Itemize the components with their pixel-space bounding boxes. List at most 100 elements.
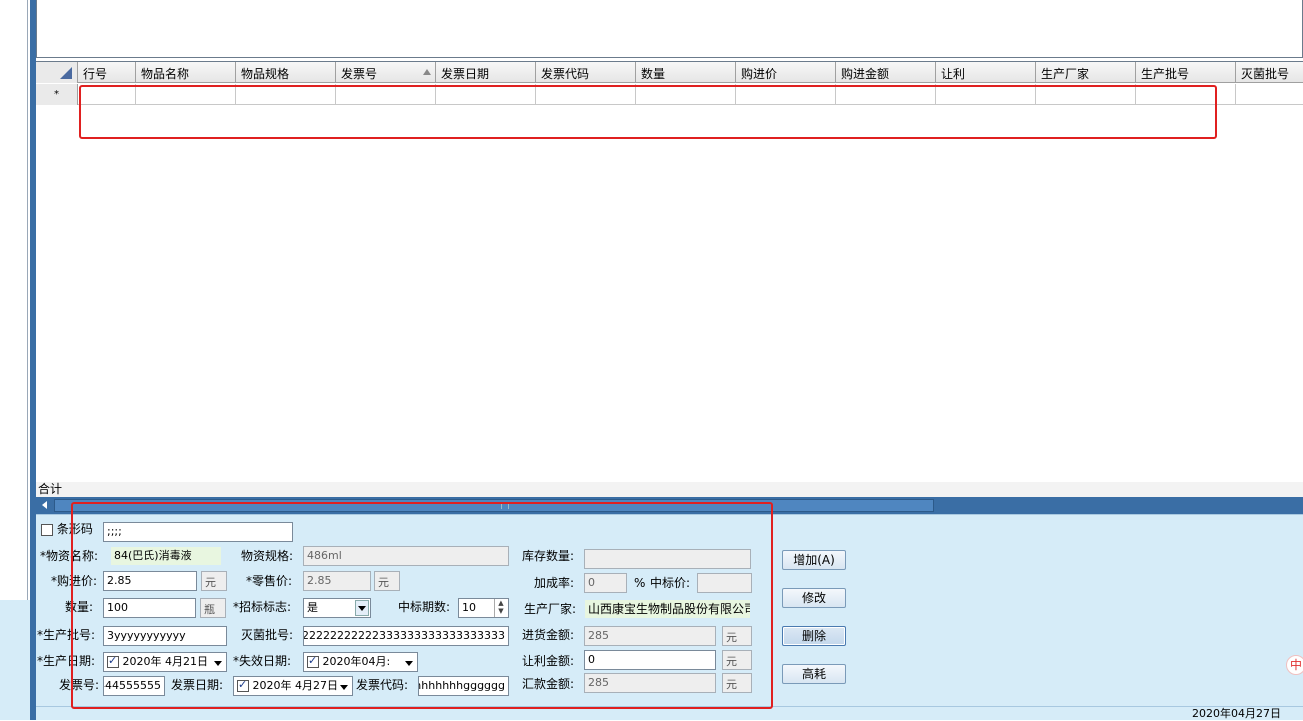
sterile-batch-label: 灭菌批号: [241,628,294,642]
status-date: 2020年04月27日 [1192,707,1281,720]
table-cell[interactable] [736,84,836,105]
table-cell[interactable] [1036,84,1136,105]
item-name-field[interactable]: 84(巴氏)消毒液 [110,546,222,566]
expire-date-check-icon[interactable] [307,654,319,668]
rebate-amount-unit: 元 [722,650,752,670]
col-header-rebate[interactable]: 让利 [936,62,1036,83]
expire-date-label: *失效日期: [233,654,292,668]
table-cell[interactable] [236,84,336,105]
item-spec-field: 486ml [303,546,509,566]
table-cell[interactable] [1236,84,1303,105]
table-cell[interactable] [936,84,1036,105]
status-bar: 2020年04月27日 [36,706,1303,720]
invoice-code-input[interactable]: hhhhhhhhhgggggg [418,676,509,696]
data-grid[interactable]: 行号 物品名称 物品规格 发票号 发票日期 发票代码 数量 购进价 购进金额 让… [36,61,1303,483]
batch-no-input[interactable]: 3yyyyyyyyyyy [103,626,227,646]
bid-period-stepper[interactable]: 10 ▲ ▼ [458,598,509,618]
col-header-purchase-price[interactable]: 购进价 [736,62,836,83]
select-all-corner[interactable] [36,62,78,83]
invoice-date-label: 发票日期: [171,678,224,692]
sum-row: 合计 [36,482,1303,497]
prod-date-label: *生产日期: [37,654,96,668]
table-cell[interactable] [78,84,136,105]
retail-price-field: 2.85 [303,571,371,591]
quantity-unit: 瓶 [200,598,226,618]
col-header-item-name[interactable]: 物品名称 [136,62,236,83]
retail-price-label: *零售价: [246,574,293,588]
grid-header: 行号 物品名称 物品规格 发票号 发票日期 发票代码 数量 购进价 购进金额 让… [36,62,1303,83]
col-header-quantity[interactable]: 数量 [636,62,736,83]
manufacturer-label: 生产厂家: [524,602,577,616]
sum-label: 合计 [38,482,63,496]
col-header-purchase-amount[interactable]: 购进金额 [836,62,936,83]
col-header-invoice-date[interactable]: 发票日期 [436,62,536,83]
sterile-batch-input[interactable]: 2222222222222222333333333333333333 [303,626,509,646]
col-header-invoice-code[interactable]: 发票代码 [536,62,636,83]
retail-price-unit: 元 [374,571,400,591]
bid-flag-value: 是 [307,601,318,614]
purchase-price-input[interactable]: 2.85 [103,571,197,591]
left-panel-lower [0,600,30,720]
table-cell[interactable] [636,84,736,105]
col-header-manufacturer[interactable]: 生产厂家 [1036,62,1136,83]
table-cell[interactable] [1136,84,1236,105]
grip-icon [501,504,509,509]
quantity-input[interactable]: 100 [103,598,196,618]
col-header-invoice-no[interactable]: 发票号 [336,62,436,83]
invoice-no-input[interactable]: 444555555 [103,676,165,696]
new-row-indicator: * [36,84,78,105]
invoice-date-picker[interactable]: 2020年 4月27日 [233,676,353,696]
invoice-date-check-icon[interactable] [237,678,249,692]
spinner-arrows-icon[interactable]: ▲ ▼ [494,599,507,617]
horizontal-scrollbar[interactable] [36,497,1303,514]
col-header-sterile-batch[interactable]: 灭菌批号 [1236,62,1303,83]
edit-button[interactable]: 修改 [782,588,846,608]
bid-price-field [697,573,752,593]
stock-qty-field [584,549,751,569]
table-cell[interactable] [436,84,536,105]
expire-date-picker[interactable]: 2020年04月: [303,652,418,672]
quantity-label: 数量: [65,600,94,614]
table-cell[interactable] [136,84,236,105]
invoice-code-label: 发票代码: [356,678,409,692]
bid-price-label: 中标价: [650,576,691,590]
chevron-down-icon[interactable] [340,685,348,690]
table-cell[interactable] [836,84,936,105]
prod-date-picker[interactable]: 2020年 4月21日 [103,652,227,672]
col-header-row-no[interactable]: 行号 [78,62,136,83]
barcode-checkbox[interactable]: 条形码 [41,520,93,538]
ime-indicator[interactable]: 中 [1286,655,1303,675]
chevron-down-icon[interactable] [214,661,222,666]
scroll-left-icon[interactable] [42,501,47,509]
purchase-price-label: *购进价: [51,574,98,588]
table-cell[interactable] [336,84,436,105]
prod-date-check-icon[interactable] [107,654,119,668]
bid-flag-select[interactable]: 是 [303,598,371,618]
barcode-check-icon[interactable] [41,523,53,536]
high-consumption-button[interactable]: 高耗 [782,664,846,684]
add-button[interactable]: 增加(A) [782,550,846,570]
bid-period-value: 10 [462,601,476,614]
markup-percent-unit: % [634,576,646,590]
rebate-amount-label: 让利金额: [522,654,575,668]
left-panel [0,0,28,600]
barcode-label: 条形码 [56,522,93,536]
col-header-item-spec[interactable]: 物品规格 [236,62,336,83]
remit-amount-label: 汇款金额: [522,677,575,691]
bid-period-label: 中标期数: [398,600,451,614]
barcode-input[interactable]: ;;;; [103,522,293,542]
purchase-price-unit: 元 [201,571,227,591]
remit-amount-field: 285 [584,673,716,693]
manufacturer-field[interactable]: 山西康宝生物制品股份有限公司 [584,599,751,619]
col-header-batch-no[interactable]: 生产批号 [1136,62,1236,83]
delete-button[interactable]: 删除 [782,626,846,646]
purchase-amount-label: 进货金额: [522,628,575,642]
scrollbar-thumb[interactable] [54,499,934,512]
batch-no-label: *生产批号: [37,628,96,642]
remit-amount-unit: 元 [722,673,752,693]
sort-asc-icon [423,69,431,75]
rebate-amount-input[interactable]: 0 [584,650,716,670]
table-cell[interactable] [536,84,636,105]
chevron-down-icon[interactable] [405,661,413,666]
table-row[interactable]: * [36,84,1303,105]
